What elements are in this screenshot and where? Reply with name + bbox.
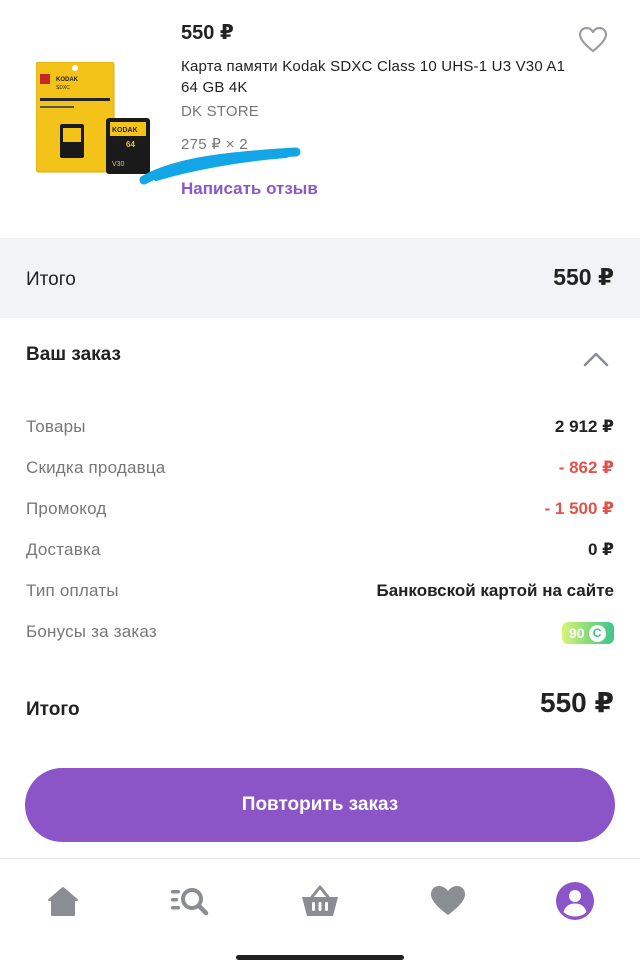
- home-icon: [48, 887, 78, 916]
- heart-outline-icon[interactable]: [578, 26, 608, 54]
- bonus-coin-icon: C: [588, 624, 606, 642]
- basket-icon: [302, 885, 338, 916]
- write-review-link[interactable]: Написать отзыв: [181, 179, 318, 199]
- order-row-seller-discount: Скидка продавца - 862 ₽: [26, 458, 614, 482]
- bonus-badge: 90 C: [562, 622, 614, 644]
- total-value: 550 ₽: [553, 264, 614, 290]
- nav-basket[interactable]: [298, 879, 342, 923]
- svg-text:SDXC: SDXC: [56, 85, 70, 91]
- nav-catalog[interactable]: [168, 879, 212, 923]
- row-label: Тип оплаты: [26, 581, 119, 600]
- row-value: 0 ₽: [587, 540, 614, 559]
- product-title[interactable]: Карта памяти Kodak SDXC Class 10 UHS-1 U…: [181, 56, 571, 98]
- row-label: Промокод: [26, 499, 107, 518]
- row-label: Бонусы за заказ: [26, 622, 157, 641]
- row-value: - 1 500 ₽: [544, 499, 614, 518]
- row-label: Скидка продавца: [26, 458, 166, 477]
- row-value: 2 912 ₽: [554, 417, 614, 436]
- bonus-amount: 90: [569, 625, 585, 641]
- svg-text:V30: V30: [112, 161, 125, 168]
- nav-profile[interactable]: [553, 879, 597, 923]
- row-value: - 862 ₽: [558, 458, 614, 477]
- order-row-goods: Товары 2 912 ₽: [26, 417, 614, 441]
- bottom-navigation: [0, 858, 640, 975]
- order-row-promocode: Промокод - 1 500 ₽: [26, 499, 614, 523]
- home-indicator: [236, 955, 404, 960]
- store-name[interactable]: DK STORE: [181, 103, 259, 120]
- order-row-payment-type: Тип оплаты Банковской картой на сайте: [26, 581, 614, 605]
- catalog-search-icon: [171, 888, 209, 916]
- product-card: KODAK SDXC KODAK 64 V30 550 ₽ Карта памя…: [0, 0, 640, 238]
- svg-text:KODAK: KODAK: [56, 77, 79, 83]
- svg-text:KODAK: KODAK: [112, 127, 138, 134]
- row-value: Банковской картой на сайте: [376, 581, 614, 600]
- svg-text:64: 64: [126, 140, 135, 149]
- profile-icon: [556, 882, 594, 920]
- row-label: Доставка: [26, 540, 101, 559]
- order-row-bonuses: Бонусы за заказ 90 C: [26, 622, 614, 646]
- total-label: Итого: [26, 269, 76, 290]
- nav-favorites[interactable]: [426, 879, 470, 923]
- final-total-value: 550 ₽: [540, 687, 614, 718]
- nav-home[interactable]: [41, 879, 85, 923]
- unit-price-quantity: 275 ₽ × 2: [181, 136, 248, 153]
- final-total-label: Итого: [26, 699, 80, 720]
- order-details: Ваш заказ Товары 2 912 ₽ Скидка продавца…: [0, 318, 640, 858]
- row-label: Товары: [26, 417, 86, 436]
- product-price: 550 ₽: [181, 22, 234, 44]
- order-row-delivery: Доставка 0 ₽: [26, 540, 614, 564]
- order-section-title: Ваш заказ: [26, 344, 121, 365]
- product-image[interactable]: KODAK SDXC KODAK 64 V30: [36, 62, 152, 174]
- total-summary-band: Итого 550 ₽: [0, 238, 640, 318]
- favorites-icon: [431, 886, 465, 915]
- repeat-order-button[interactable]: Повторить заказ: [25, 768, 615, 842]
- chevron-up-icon[interactable]: [582, 350, 610, 368]
